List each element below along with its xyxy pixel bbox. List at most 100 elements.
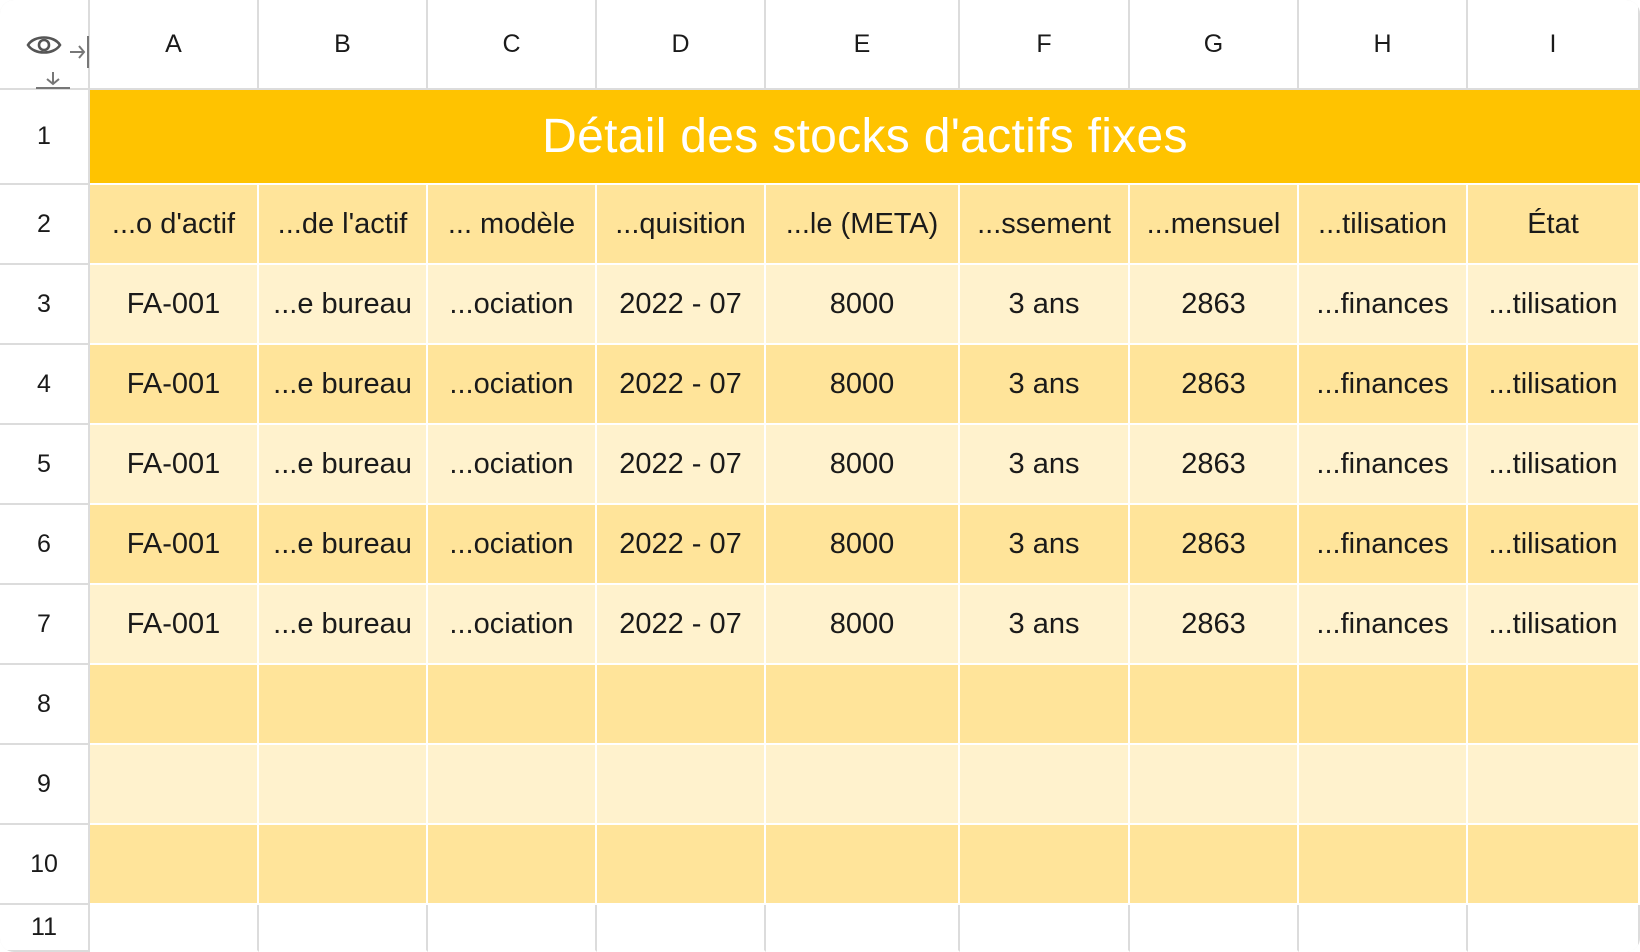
column-header-e[interactable]: E bbox=[766, 0, 960, 90]
empty-cell[interactable] bbox=[766, 665, 960, 745]
row-header-9[interactable]: 9 bbox=[0, 745, 90, 825]
empty-cell[interactable] bbox=[1468, 905, 1640, 952]
table-cell[interactable]: 2863 bbox=[1130, 425, 1299, 505]
column-header-b[interactable]: B bbox=[259, 0, 428, 90]
table-cell[interactable]: 2863 bbox=[1130, 345, 1299, 425]
table-cell[interactable]: ...e bureau bbox=[259, 425, 428, 505]
table-cell[interactable]: 3 ans bbox=[960, 265, 1130, 345]
empty-cell[interactable] bbox=[1468, 745, 1640, 825]
empty-cell[interactable] bbox=[1299, 665, 1468, 745]
column-header-g[interactable]: G bbox=[1130, 0, 1299, 90]
row-header-8[interactable]: 8 bbox=[0, 665, 90, 745]
table-cell[interactable]: ...finances bbox=[1299, 345, 1468, 425]
empty-cell[interactable] bbox=[428, 825, 597, 905]
empty-cell[interactable] bbox=[428, 665, 597, 745]
empty-cell[interactable] bbox=[90, 825, 259, 905]
table-cell[interactable]: 2022 - 07 bbox=[597, 585, 766, 665]
column-header-d[interactable]: D bbox=[597, 0, 766, 90]
empty-cell[interactable] bbox=[1299, 825, 1468, 905]
table-cell[interactable]: FA-001 bbox=[90, 585, 259, 665]
table-cell[interactable]: 2022 - 07 bbox=[597, 425, 766, 505]
table-cell[interactable]: ...e bureau bbox=[259, 345, 428, 425]
table-cell[interactable]: FA-001 bbox=[90, 265, 259, 345]
table-cell[interactable]: 8000 bbox=[766, 585, 960, 665]
empty-cell[interactable] bbox=[259, 825, 428, 905]
sheet-title[interactable]: Détail des stocks d'actifs fixes bbox=[90, 90, 1640, 185]
empty-cell[interactable] bbox=[90, 665, 259, 745]
table-cell[interactable]: 8000 bbox=[766, 265, 960, 345]
table-cell[interactable]: ...tilisation bbox=[1468, 505, 1640, 585]
empty-cell[interactable] bbox=[960, 905, 1130, 952]
empty-cell[interactable] bbox=[597, 745, 766, 825]
table-cell[interactable]: ...tilisation bbox=[1468, 265, 1640, 345]
empty-cell[interactable] bbox=[259, 745, 428, 825]
table-cell[interactable]: ...e bureau bbox=[259, 585, 428, 665]
row-header-4[interactable]: 4 bbox=[0, 345, 90, 425]
empty-cell[interactable] bbox=[1299, 905, 1468, 952]
empty-cell[interactable] bbox=[1130, 825, 1299, 905]
empty-cell[interactable] bbox=[597, 905, 766, 952]
table-header-cell[interactable]: ...mensuel bbox=[1130, 185, 1299, 265]
row-header-10[interactable]: 10 bbox=[0, 825, 90, 905]
empty-cell[interactable] bbox=[428, 905, 597, 952]
column-header-i[interactable]: I bbox=[1468, 0, 1640, 90]
table-cell[interactable]: ...e bureau bbox=[259, 265, 428, 345]
empty-cell[interactable] bbox=[960, 665, 1130, 745]
table-cell[interactable]: ...tilisation bbox=[1468, 585, 1640, 665]
empty-cell[interactable] bbox=[90, 745, 259, 825]
table-cell[interactable]: ...ociation bbox=[428, 585, 597, 665]
eye-icon[interactable] bbox=[26, 30, 62, 60]
column-header-c[interactable]: C bbox=[428, 0, 597, 90]
table-cell[interactable]: ...finances bbox=[1299, 585, 1468, 665]
table-cell[interactable]: FA-001 bbox=[90, 345, 259, 425]
table-cell[interactable]: ...tilisation bbox=[1468, 425, 1640, 505]
column-header-a[interactable]: A bbox=[90, 0, 259, 90]
row-header-11[interactable]: 11 bbox=[0, 905, 90, 952]
table-cell[interactable]: 2863 bbox=[1130, 585, 1299, 665]
table-cell[interactable]: 3 ans bbox=[960, 505, 1130, 585]
table-cell[interactable]: FA-001 bbox=[90, 505, 259, 585]
row-header-6[interactable]: 6 bbox=[0, 505, 90, 585]
table-cell[interactable]: 8000 bbox=[766, 425, 960, 505]
table-cell[interactable]: ...finances bbox=[1299, 425, 1468, 505]
table-header-cell[interactable]: ...le (META) bbox=[766, 185, 960, 265]
table-cell[interactable]: ...finances bbox=[1299, 265, 1468, 345]
empty-cell[interactable] bbox=[766, 905, 960, 952]
empty-cell[interactable] bbox=[597, 665, 766, 745]
table-cell[interactable]: 2863 bbox=[1130, 505, 1299, 585]
table-cell[interactable]: ...ociation bbox=[428, 425, 597, 505]
empty-cell[interactable] bbox=[1299, 745, 1468, 825]
table-header-cell[interactable]: ...tilisation bbox=[1299, 185, 1468, 265]
table-cell[interactable]: ...ociation bbox=[428, 345, 597, 425]
empty-cell[interactable] bbox=[960, 745, 1130, 825]
table-header-cell[interactable]: ...quisition bbox=[597, 185, 766, 265]
row-header-2[interactable]: 2 bbox=[0, 185, 90, 265]
empty-cell[interactable] bbox=[259, 665, 428, 745]
table-header-cell[interactable]: ...o d'actif bbox=[90, 185, 259, 265]
empty-cell[interactable] bbox=[1130, 665, 1299, 745]
empty-cell[interactable] bbox=[1130, 745, 1299, 825]
empty-cell[interactable] bbox=[766, 825, 960, 905]
table-cell[interactable]: ...tilisation bbox=[1468, 345, 1640, 425]
column-header-h[interactable]: H bbox=[1299, 0, 1468, 90]
empty-cell[interactable] bbox=[960, 825, 1130, 905]
table-header-cell[interactable]: ...de l'actif bbox=[259, 185, 428, 265]
empty-cell[interactable] bbox=[597, 825, 766, 905]
empty-cell[interactable] bbox=[90, 905, 259, 952]
empty-cell[interactable] bbox=[1468, 825, 1640, 905]
table-header-cell[interactable]: ... modèle bbox=[428, 185, 597, 265]
empty-cell[interactable] bbox=[259, 905, 428, 952]
empty-cell[interactable] bbox=[428, 745, 597, 825]
column-header-f[interactable]: F bbox=[960, 0, 1130, 90]
table-cell[interactable]: 2022 - 07 bbox=[597, 265, 766, 345]
table-cell[interactable]: ...finances bbox=[1299, 505, 1468, 585]
table-cell[interactable]: 8000 bbox=[766, 505, 960, 585]
empty-cell[interactable] bbox=[766, 745, 960, 825]
table-cell[interactable]: FA-001 bbox=[90, 425, 259, 505]
table-cell[interactable]: 3 ans bbox=[960, 585, 1130, 665]
table-cell[interactable]: 2863 bbox=[1130, 265, 1299, 345]
row-header-5[interactable]: 5 bbox=[0, 425, 90, 505]
table-header-cell[interactable]: État bbox=[1468, 185, 1640, 265]
table-cell[interactable]: ...ociation bbox=[428, 505, 597, 585]
row-header-1[interactable]: 1 bbox=[0, 90, 90, 185]
